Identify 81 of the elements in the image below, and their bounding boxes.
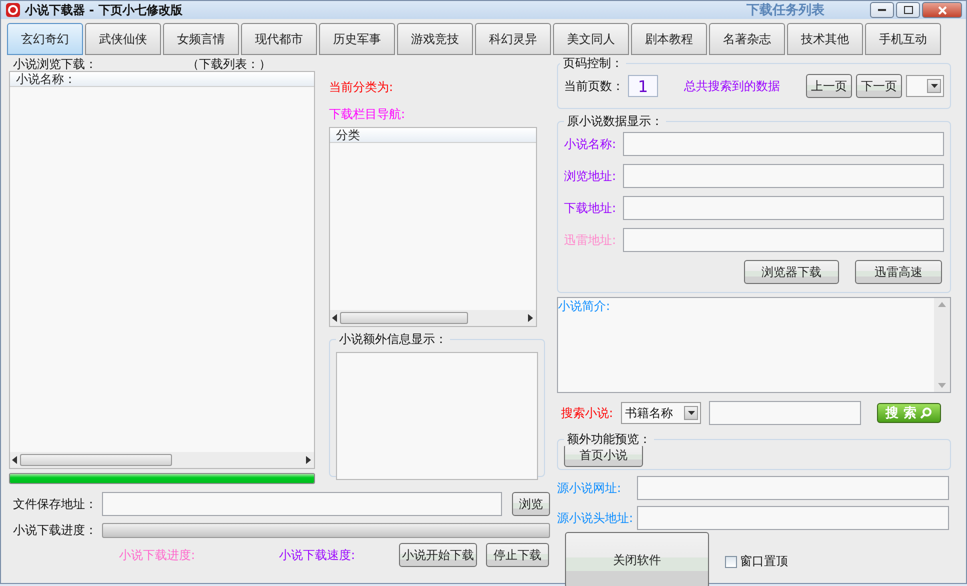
- action-button[interactable]: 小说开始下载: [399, 543, 477, 567]
- maximize-icon: [904, 6, 912, 14]
- minimize-button[interactable]: [870, 2, 894, 18]
- field-label: 迅雷地址:: [564, 232, 618, 248]
- prev-page-button[interactable]: 上一页: [806, 74, 852, 98]
- page-number-field[interactable]: 1: [628, 75, 658, 97]
- field-label: 源小说头地址:: [557, 510, 634, 526]
- field-label: 下载地址:: [564, 200, 618, 216]
- dropdown-arrow-icon: [688, 411, 694, 415]
- save-path-field[interactable]: [102, 492, 502, 516]
- download-button[interactable]: 迅雷高速: [855, 260, 942, 284]
- checkbox-label: 窗口置顶: [740, 553, 788, 570]
- category-tab[interactable]: 剧本教程: [631, 23, 707, 55]
- column-header: 小说名称：: [10, 72, 314, 87]
- maximize-button[interactable]: [896, 2, 920, 18]
- app-logo-icon: [5, 2, 21, 18]
- field-label: 小说名称:: [564, 136, 618, 152]
- next-page-button[interactable]: 下一页: [856, 74, 902, 98]
- group-title: 小说额外信息显示：: [336, 332, 450, 346]
- intro-label: 小说简介:: [558, 298, 610, 315]
- dropdown-arrow-icon: [930, 84, 938, 88]
- scrollbar-thumb[interactable]: [20, 454, 172, 466]
- current-category-label: 当前分类为:: [329, 79, 394, 96]
- text-field[interactable]: [623, 132, 944, 156]
- minimize-icon: [878, 8, 886, 12]
- field-label: 浏览地址:: [564, 168, 618, 184]
- scrollbar-thumb[interactable]: [340, 312, 468, 324]
- home-novels-button[interactable]: 首页小说: [564, 444, 643, 467]
- text-field[interactable]: [623, 196, 944, 220]
- novel-list[interactable]: 小说名称：: [9, 71, 315, 469]
- dropdown-value: 书籍名称: [625, 404, 673, 422]
- search-type-dropdown[interactable]: 书籍名称: [621, 402, 701, 424]
- browse-button[interactable]: 浏览: [512, 492, 550, 516]
- category-list[interactable]: 分类: [329, 127, 537, 327]
- search-label: 搜索小说:: [561, 404, 614, 422]
- nav-label: 下载栏目导航:: [329, 106, 406, 123]
- text-field[interactable]: [623, 164, 944, 188]
- category-tab[interactable]: 美文同人: [553, 23, 629, 55]
- category-tab[interactable]: 技术其他: [787, 23, 863, 55]
- category-tab[interactable]: 科幻灵异: [475, 23, 551, 55]
- field-label: 文件保存地址：: [13, 496, 96, 512]
- field-label: 小说下载进度：: [13, 522, 96, 539]
- download-list-label: （下载列表：）: [187, 56, 271, 72]
- window-title: 小说下载器 - 下页小七修改版: [25, 2, 182, 18]
- scroll-left-icon[interactable]: [332, 314, 338, 322]
- group-title: 页码控制：: [560, 56, 626, 70]
- text-field[interactable]: [623, 228, 944, 252]
- group-title: 额外功能预览：: [564, 432, 654, 446]
- action-button[interactable]: 停止下载: [486, 543, 549, 567]
- status-label: 小说下载速度:: [279, 546, 356, 564]
- category-tab[interactable]: 现代都市: [241, 23, 317, 55]
- close-app-button[interactable]: 关闭软件: [565, 532, 709, 586]
- field-label: 源小说网址:: [557, 480, 622, 496]
- status-label: 小说下载进度:: [119, 546, 196, 564]
- category-tab[interactable]: 武侠仙侠: [85, 23, 161, 55]
- text-field[interactable]: [637, 476, 949, 500]
- total-results-label: 总共搜索到的数据: [684, 78, 780, 94]
- category-tab[interactable]: 玄幻奇幻: [7, 23, 83, 55]
- page-dropdown[interactable]: [906, 75, 944, 97]
- group-title: 原小说数据显示：: [564, 114, 666, 128]
- page-label: 当前页数：: [564, 78, 624, 94]
- category-tab[interactable]: 名著杂志: [709, 23, 785, 55]
- close-icon: [938, 6, 946, 14]
- column-header: 分类: [330, 128, 536, 143]
- panel-title: 小说浏览下载：: [13, 56, 97, 72]
- scroll-left-icon[interactable]: [12, 456, 18, 464]
- search-icon: [920, 407, 932, 419]
- category-tab[interactable]: 手机互动: [865, 23, 941, 55]
- download-button[interactable]: 浏览器下载: [744, 260, 839, 284]
- close-button[interactable]: [922, 2, 962, 18]
- category-tab[interactable]: 女频言情: [163, 23, 239, 55]
- scroll-up-icon[interactable]: [938, 302, 946, 307]
- scroll-down-icon[interactable]: [938, 383, 946, 388]
- category-tab[interactable]: 历史军事: [319, 23, 395, 55]
- search-field[interactable]: [709, 401, 861, 425]
- category-tab[interactable]: 游戏竞技: [397, 23, 473, 55]
- checkbox[interactable]: [725, 556, 737, 568]
- scroll-right-icon[interactable]: [306, 456, 312, 464]
- text-field[interactable]: [637, 506, 949, 530]
- background-window-title: 下载任务列表: [746, 2, 824, 19]
- scroll-right-icon[interactable]: [528, 314, 534, 322]
